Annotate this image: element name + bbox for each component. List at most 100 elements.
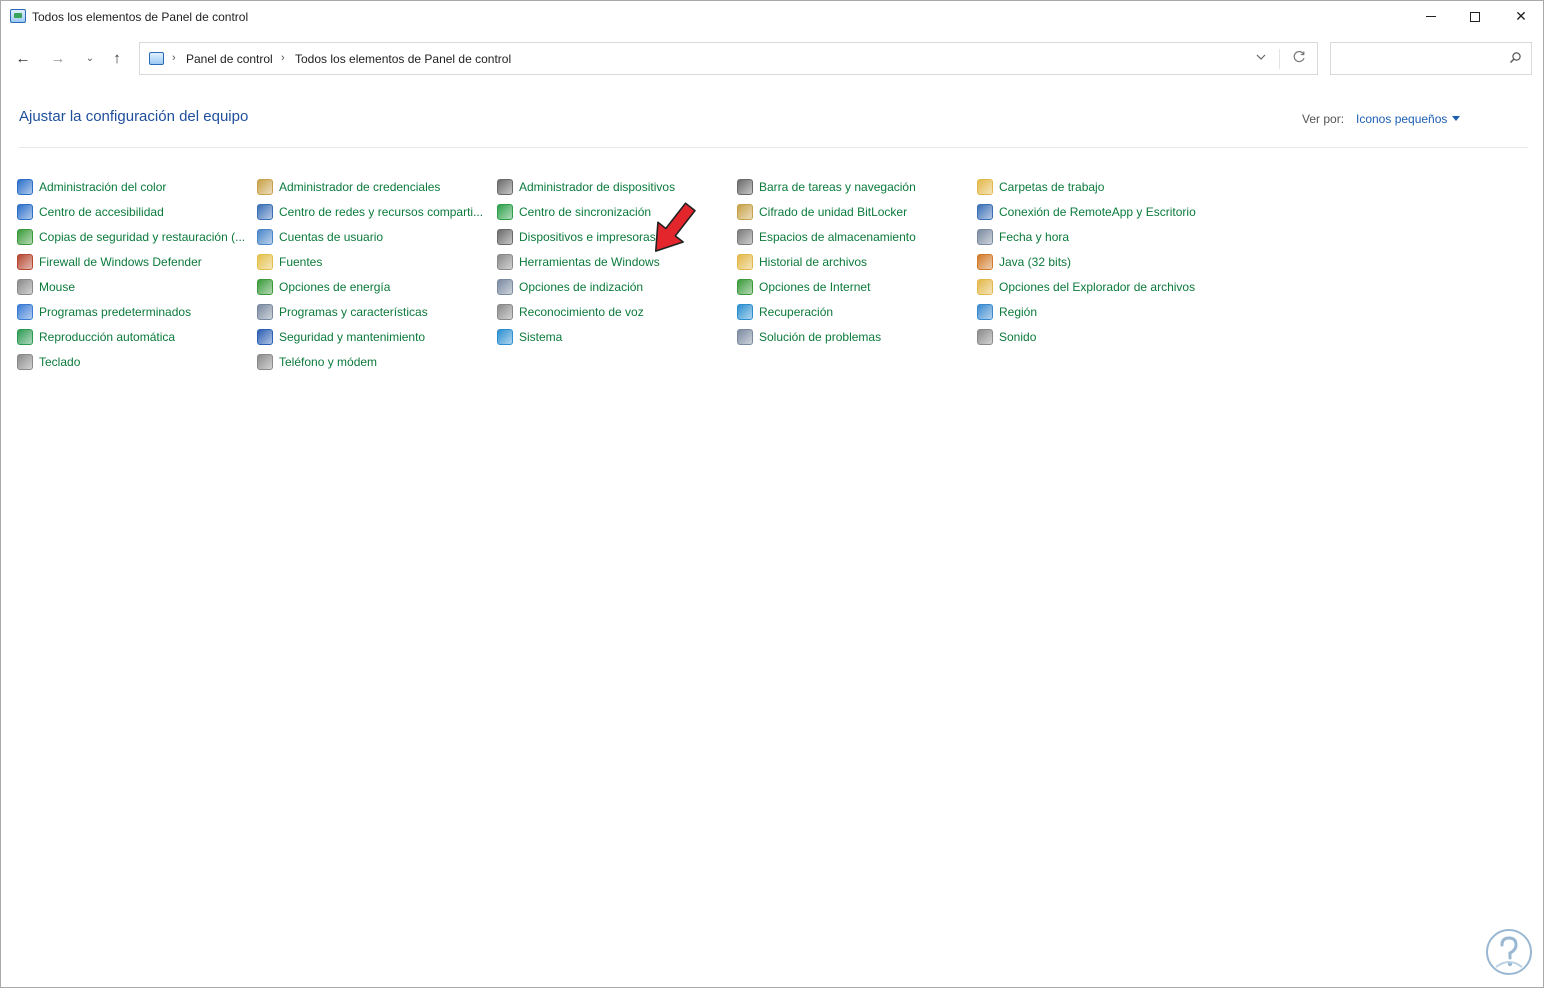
control-panel-item-label[interactable]: Administrador de dispositivos xyxy=(519,180,675,194)
control-panel-item[interactable]: Teclado xyxy=(17,349,257,374)
control-panel-item-label[interactable]: Firewall de Windows Defender xyxy=(39,255,202,269)
control-panel-item-label[interactable]: Carpetas de trabajo xyxy=(999,180,1104,194)
search-icon[interactable] xyxy=(1507,50,1523,66)
view-by-dropdown[interactable]: Iconos pequeños xyxy=(1356,112,1447,126)
control-panel-item-label[interactable]: Sistema xyxy=(519,330,562,344)
control-panel-item[interactable]: Fecha y hora xyxy=(977,224,1217,249)
address-bar[interactable]: › Panel de control › Todos los elementos… xyxy=(139,42,1318,75)
control-panel-item[interactable]: Teléfono y módem xyxy=(257,349,497,374)
control-panel-item[interactable]: Java (32 bits) xyxy=(977,249,1217,274)
control-panel-item-label[interactable]: Centro de redes y recursos comparti... xyxy=(279,205,483,219)
indexing-icon xyxy=(497,278,513,295)
close-button[interactable]: ✕ xyxy=(1498,1,1544,32)
control-panel-item[interactable]: Mouse xyxy=(17,274,257,299)
control-panel-item[interactable]: Opciones de energía xyxy=(257,274,497,299)
control-panel-item-label[interactable]: Espacios de almacenamiento xyxy=(759,230,916,244)
control-panel-item-label[interactable]: Dispositivos e impresoras xyxy=(519,230,656,244)
control-panel-item-label[interactable]: Reconocimiento de voz xyxy=(519,305,644,319)
control-panel-item-label[interactable]: Programas predeterminados xyxy=(39,305,191,319)
control-panel-icon xyxy=(10,9,26,23)
control-panel-item-label[interactable]: Fecha y hora xyxy=(999,230,1069,244)
search-box[interactable] xyxy=(1330,42,1532,75)
security-flag-icon xyxy=(257,328,273,345)
arrow-left-icon: ← xyxy=(15,49,31,67)
address-history-dropdown[interactable] xyxy=(1255,51,1267,66)
search-input[interactable] xyxy=(1337,48,1497,70)
breadcrumb-panel-de-control[interactable]: Panel de control xyxy=(186,52,273,66)
control-panel-item-label[interactable]: Fuentes xyxy=(279,255,322,269)
control-panel-item[interactable]: Cuentas de usuario xyxy=(257,224,497,249)
control-panel-item[interactable]: Centro de accesibilidad xyxy=(17,199,257,224)
control-panel-item-label[interactable]: Java (32 bits) xyxy=(999,255,1071,269)
control-panel-item-label[interactable]: Administrador de credenciales xyxy=(279,180,440,194)
control-panel-item[interactable]: Reconocimiento de voz xyxy=(497,299,737,324)
minimize-button[interactable] xyxy=(1408,1,1454,32)
control-panel-item-label[interactable]: Teléfono y módem xyxy=(279,355,377,369)
control-panel-item[interactable]: Barra de tareas y navegación xyxy=(737,174,977,199)
control-panel-item-label[interactable]: Historial de archivos xyxy=(759,255,867,269)
control-panel-item[interactable]: Herramientas de Windows xyxy=(497,249,737,274)
up-button[interactable]: ↑ xyxy=(106,46,128,70)
control-panel-item[interactable]: Administración del color xyxy=(17,174,257,199)
control-panel-item-label[interactable]: Opciones del Explorador de archivos xyxy=(999,280,1195,294)
maximize-button[interactable] xyxy=(1452,1,1498,32)
control-panel-item-label[interactable]: Opciones de indización xyxy=(519,280,643,294)
control-panel-item[interactable]: Administrador de dispositivos xyxy=(497,174,737,199)
control-panel-item[interactable]: Espacios de almacenamiento xyxy=(737,224,977,249)
backup-icon xyxy=(17,228,33,245)
caret-down-icon[interactable] xyxy=(1452,116,1460,121)
control-panel-item[interactable]: Fuentes xyxy=(257,249,497,274)
control-panel-item-label[interactable]: Administración del color xyxy=(39,180,166,194)
control-panel-item-label[interactable]: Opciones de Internet xyxy=(759,280,870,294)
forward-button[interactable]: → xyxy=(47,46,69,70)
control-panel-item-label[interactable]: Teclado xyxy=(39,355,80,369)
control-panel-item[interactable]: Conexión de RemoteApp y Escritorio xyxy=(977,199,1217,224)
control-panel-item[interactable]: Opciones del Explorador de archivos xyxy=(977,274,1217,299)
control-panel-item[interactable]: Carpetas de trabajo xyxy=(977,174,1217,199)
refresh-button[interactable] xyxy=(1291,49,1307,68)
control-panel-item[interactable]: Opciones de Internet xyxy=(737,274,977,299)
control-panel-item[interactable]: Solución de problemas xyxy=(737,324,977,349)
control-panel-item[interactable]: Centro de sincronización xyxy=(497,199,737,224)
control-panel-item-label[interactable]: Sonido xyxy=(999,330,1036,344)
control-panel-item-label[interactable]: Mouse xyxy=(39,280,75,294)
recent-locations-button[interactable]: ⌄ xyxy=(79,46,101,70)
control-panel-item[interactable]: Administrador de credenciales xyxy=(257,174,497,199)
breadcrumb-separator-icon[interactable]: › xyxy=(281,52,285,64)
control-panel-item-label[interactable]: Región xyxy=(999,305,1037,319)
control-panel-item[interactable]: Seguridad y mantenimiento xyxy=(257,324,497,349)
control-panel-item-label[interactable]: Solución de problemas xyxy=(759,330,881,344)
control-panel-item[interactable]: Recuperación xyxy=(737,299,977,324)
control-panel-item-label[interactable]: Conexión de RemoteApp y Escritorio xyxy=(999,205,1196,219)
control-panel-item-label[interactable]: Centro de sincronización xyxy=(519,205,651,219)
control-panel-item[interactable]: Región xyxy=(977,299,1217,324)
control-panel-item[interactable]: Sistema xyxy=(497,324,737,349)
control-panel-item-label[interactable]: Centro de accesibilidad xyxy=(39,205,164,219)
breadcrumb-separator-icon[interactable]: › xyxy=(172,52,176,64)
control-panel-item-label[interactable]: Barra de tareas y navegación xyxy=(759,180,916,194)
control-panel-item-label[interactable]: Cifrado de unidad BitLocker xyxy=(759,205,907,219)
control-panel-item[interactable]: Centro de redes y recursos comparti... xyxy=(257,199,497,224)
control-panel-item[interactable]: Firewall de Windows Defender xyxy=(17,249,257,274)
control-panel-item-label[interactable]: Seguridad y mantenimiento xyxy=(279,330,425,344)
arrow-right-icon: → xyxy=(50,49,66,67)
control-panel-item-label[interactable]: Cuentas de usuario xyxy=(279,230,383,244)
control-panel-item-label[interactable]: Reproducción automática xyxy=(39,330,175,344)
control-panel-item-label[interactable]: Copias de seguridad y restauración (... xyxy=(39,230,245,244)
control-panel-item[interactable]: Dispositivos e impresoras xyxy=(497,224,737,249)
control-panel-item[interactable]: Sonido xyxy=(977,324,1217,349)
control-panel-item[interactable]: Historial de archivos xyxy=(737,249,977,274)
header-divider xyxy=(19,147,1528,148)
control-panel-item[interactable]: Reproducción automática xyxy=(17,324,257,349)
breadcrumb-all-items[interactable]: Todos los elementos de Panel de control xyxy=(295,52,511,66)
control-panel-item[interactable]: Opciones de indización xyxy=(497,274,737,299)
control-panel-item-label[interactable]: Opciones de energía xyxy=(279,280,390,294)
control-panel-item-label[interactable]: Recuperación xyxy=(759,305,833,319)
control-panel-item[interactable]: Programas predeterminados xyxy=(17,299,257,324)
control-panel-item-label[interactable]: Programas y características xyxy=(279,305,428,319)
control-panel-item[interactable]: Cifrado de unidad BitLocker xyxy=(737,199,977,224)
control-panel-item-label[interactable]: Herramientas de Windows xyxy=(519,255,660,269)
back-button[interactable]: ← xyxy=(12,46,34,70)
control-panel-item[interactable]: Copias de seguridad y restauración (... xyxy=(17,224,257,249)
control-panel-item[interactable]: Programas y características xyxy=(257,299,497,324)
